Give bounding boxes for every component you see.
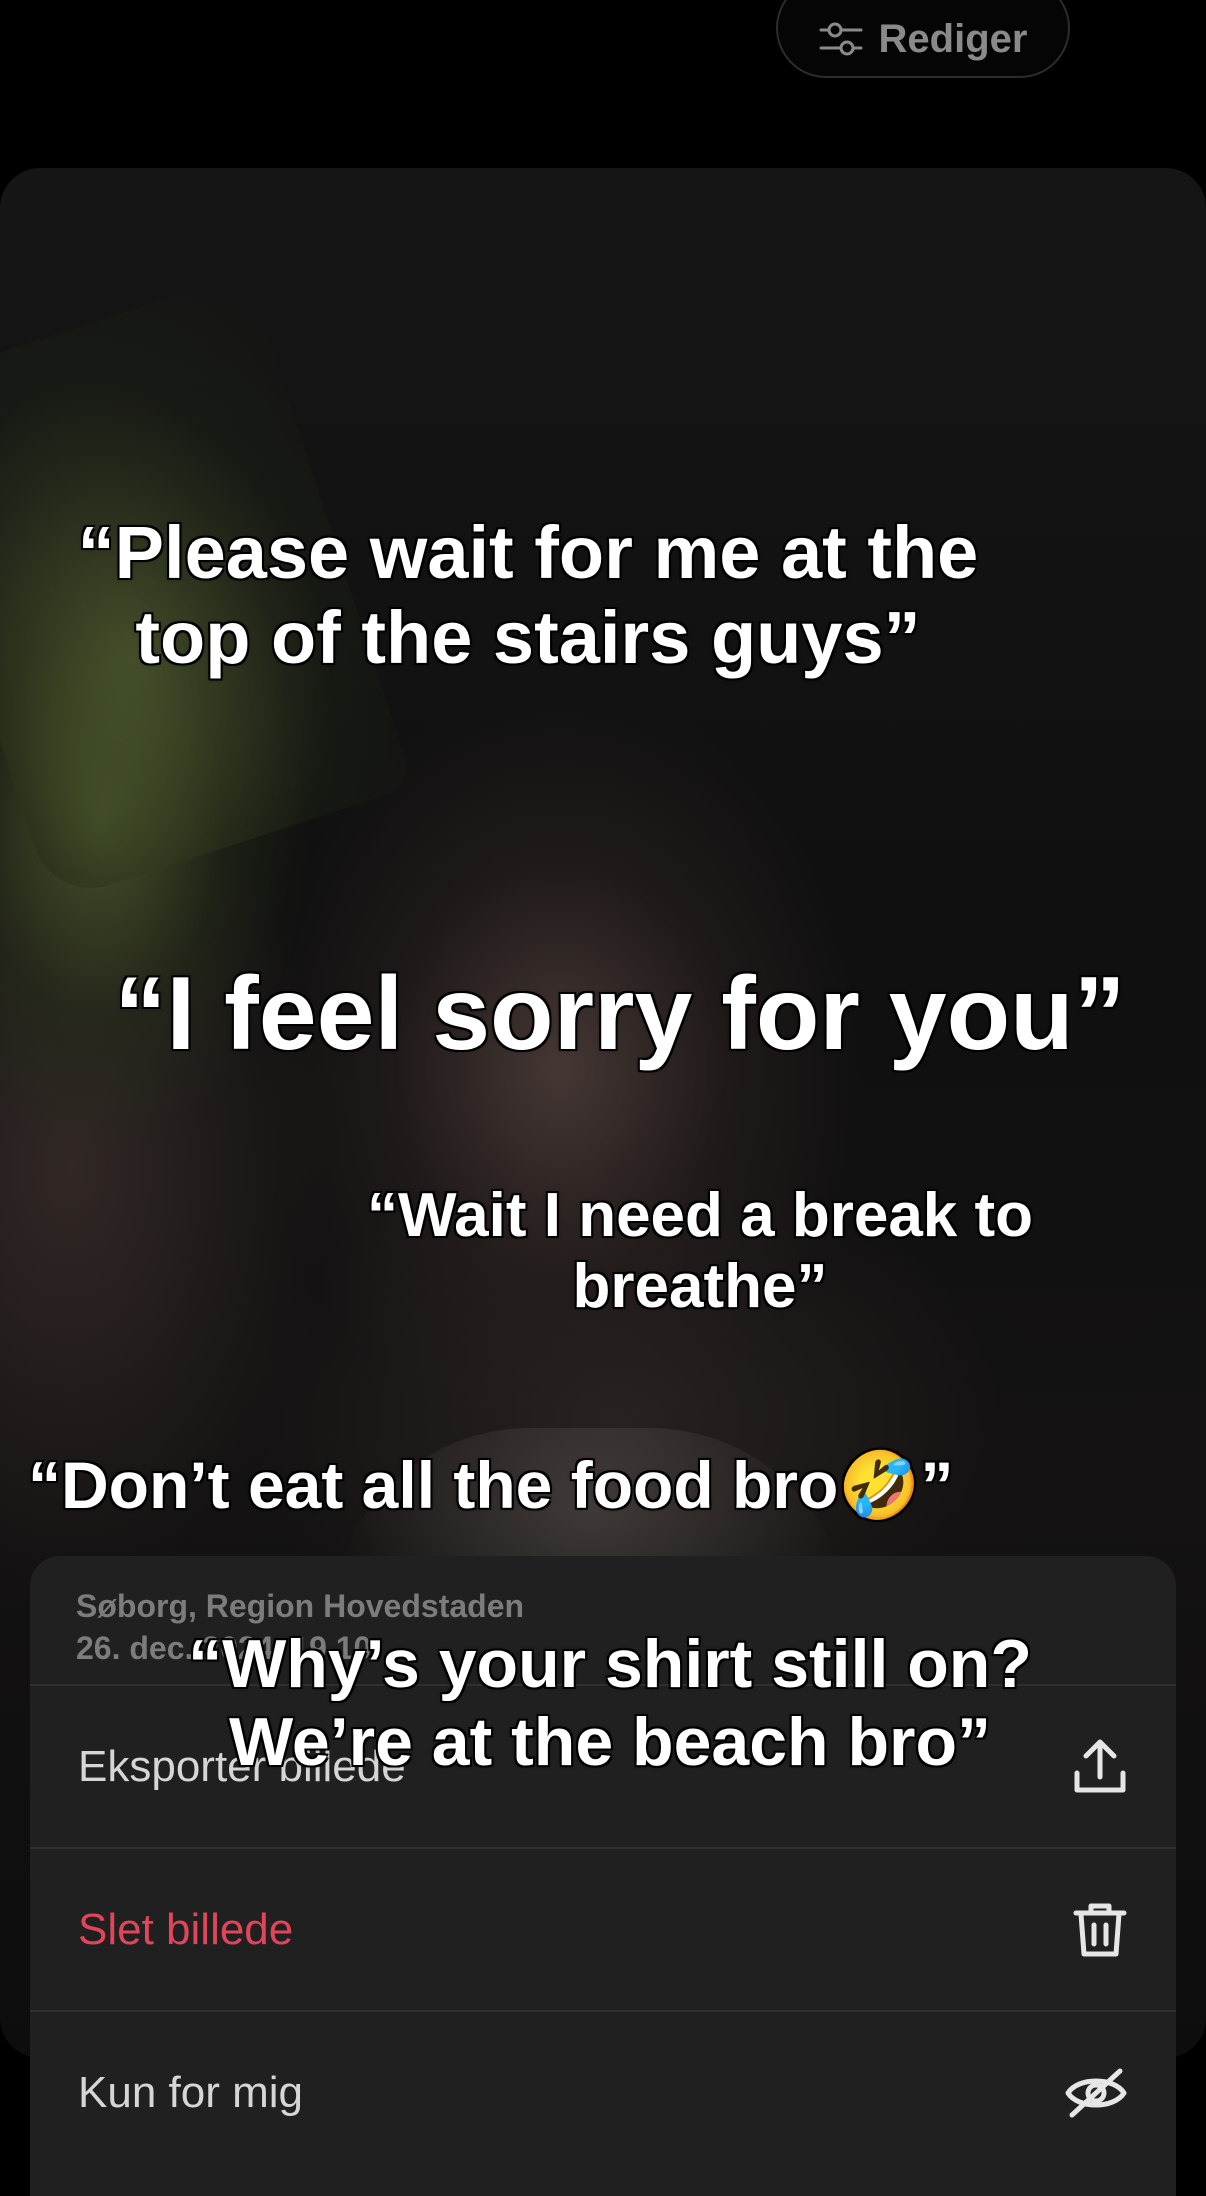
eye-slash-icon [1064, 2065, 1128, 2121]
caption-stairs: “Please wait for me at the top of the st… [77, 511, 979, 680]
caption-feel-sorry: “I feel sorry for you” [114, 956, 1126, 1072]
photo-location: Søborg, Region Hovedstaden [76, 1588, 525, 1624]
delete-photo-button[interactable]: Slet billede [30, 1847, 1176, 2010]
trash-icon [1072, 1899, 1128, 1961]
sliders-icon [819, 21, 863, 57]
edit-button[interactable]: Rediger [776, 0, 1070, 78]
edit-label: Rediger [878, 16, 1028, 61]
private-only-label: Kun for mig [78, 2067, 303, 2117]
delete-photo-label: Slet billede [78, 1904, 294, 1954]
caption-shirt: “Why’s your shirt still on? We’re at the… [188, 1626, 1032, 1781]
private-only-button[interactable]: Kun for mig [30, 2010, 1176, 2173]
caption-break: “Wait I need a break to breathe” [366, 1181, 1034, 1322]
caption-food: “Don’t eat all the food bro🤣” [28, 1448, 954, 1522]
